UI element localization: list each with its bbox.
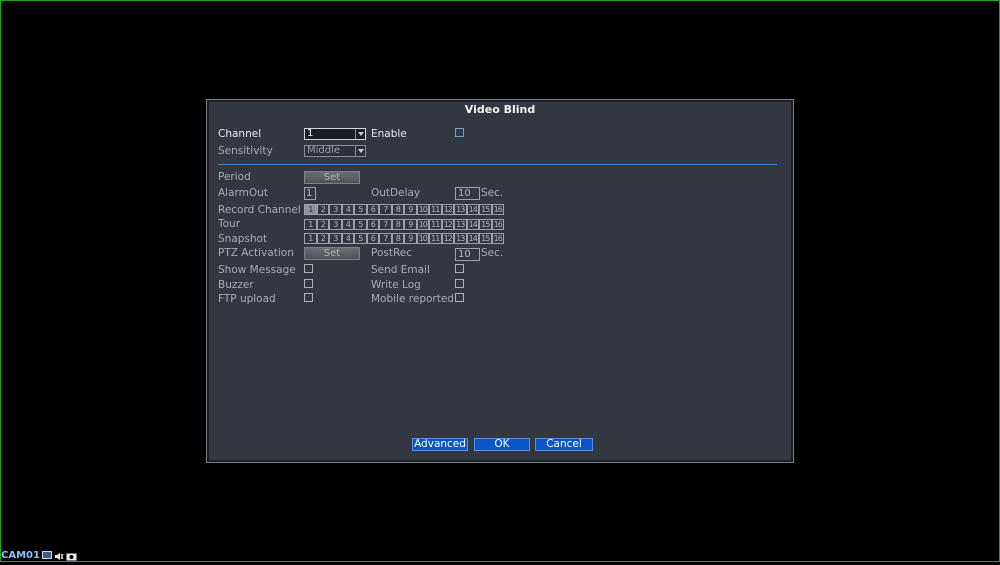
section-divider [218,164,777,165]
ptz-activation-label: PTZ Activation [218,247,294,259]
channel-toggle-7[interactable]: 7 [379,204,392,215]
tour-channel-selector: 1 2 3 4 5 6 7 8 9 10 11 12 13 14 15 16 [304,219,504,230]
camera-name: CAM01 [1,549,40,561]
post-rec-input[interactable]: 10 [455,248,480,261]
channel-toggle-8[interactable]: 8 [391,233,404,244]
ftp-upload-checkbox[interactable] [304,293,313,302]
channel-toggle-6[interactable]: 6 [366,204,379,215]
channel-toggle-13[interactable]: 13 [454,204,467,215]
channel-toggle-10[interactable]: 10 [416,219,429,230]
write-log-checkbox[interactable] [455,279,464,288]
channel-toggle-9[interactable]: 9 [404,219,417,230]
channel-toggle-11[interactable]: 11 [429,219,442,230]
channel-toggle-12[interactable]: 12 [441,219,454,230]
channel-toggle-14[interactable]: 14 [466,204,479,215]
camera-status-bar: CAM01 [1,549,77,561]
channel-toggle-1[interactable]: 1 [304,219,317,230]
channel-toggle-11[interactable]: 11 [429,204,442,215]
cancel-button[interactable]: Cancel [535,438,593,451]
record-channel-label: Record Channel [218,204,301,216]
sensitivity-label: Sensitivity [218,145,273,157]
channel-toggle-5[interactable]: 5 [354,204,367,215]
channel-toggle-9[interactable]: 9 [404,204,417,215]
alarm-out-toggle[interactable]: 1 [304,187,316,200]
channel-toggle-13[interactable]: 13 [454,219,467,230]
channel-toggle-2[interactable]: 2 [316,219,329,230]
enable-checkbox[interactable] [455,128,464,137]
period-label: Period [218,171,251,183]
channel-value: 1 [307,128,314,139]
channel-toggle-10[interactable]: 10 [416,233,429,244]
send-email-label: Send Email [371,264,430,276]
snapshot-channel-selector: 1 2 3 4 5 6 7 8 9 10 11 12 13 14 15 16 [304,233,504,244]
mobile-reported-checkbox[interactable] [455,293,464,302]
advanced-button[interactable]: Advanced [412,438,468,451]
channel-toggle-2[interactable]: 2 [316,233,329,244]
post-rec-label: PostRec [371,247,413,259]
snapshot-label: Snapshot [218,233,268,245]
out-delay-input[interactable]: 10 [455,187,480,200]
show-message-label: Show Message [218,264,296,276]
channel-toggle-1[interactable]: 1 [304,233,317,244]
channel-toggle-12[interactable]: 12 [441,233,454,244]
channel-select[interactable]: 1 [304,128,366,140]
channel-toggle-6[interactable]: 6 [366,233,379,244]
channel-toggle-2[interactable]: 2 [316,204,329,215]
ok-button[interactable]: OK [474,438,530,451]
channel-toggle-13[interactable]: 13 [454,233,467,244]
dialog-title: Video Blind [464,103,536,116]
out-delay-label: OutDelay [371,187,421,199]
channel-toggle-3[interactable]: 3 [329,219,342,230]
chevron-down-icon [355,129,365,139]
channel-toggle-16[interactable]: 16 [491,233,504,244]
channel-toggle-4[interactable]: 4 [341,219,354,230]
channel-toggle-6[interactable]: 6 [366,219,379,230]
enable-label: Enable [371,128,407,140]
period-set-button[interactable]: Set [304,171,360,184]
post-rec-unit: Sec. [481,247,504,259]
ftp-upload-label: FTP upload [218,293,276,305]
buzzer-checkbox[interactable] [304,279,313,288]
show-message-checkbox[interactable] [304,264,313,273]
channel-toggle-11[interactable]: 11 [429,233,442,244]
buzzer-label: Buzzer [218,279,254,291]
channel-label: Channel [218,128,262,140]
write-log-label: Write Log [371,279,421,291]
channel-toggle-15[interactable]: 15 [479,219,492,230]
channel-toggle-9[interactable]: 9 [404,233,417,244]
channel-toggle-14[interactable]: 14 [466,233,479,244]
ptz-set-button[interactable]: Set [304,247,360,260]
channel-toggle-10[interactable]: 10 [416,204,429,215]
channel-toggle-4[interactable]: 4 [341,233,354,244]
channel-toggle-5[interactable]: 5 [354,233,367,244]
sensitivity-select[interactable]: Middle [304,145,366,157]
channel-toggle-12[interactable]: 12 [441,204,454,215]
mobile-reported-label: Mobile reported [371,293,454,305]
channel-toggle-4[interactable]: 4 [341,204,354,215]
send-email-checkbox[interactable] [455,264,464,273]
record-channel-selector: 1 2 3 4 5 6 7 8 9 10 11 12 13 14 15 16 [304,204,504,215]
channel-toggle-5[interactable]: 5 [354,219,367,230]
channel-toggle-7[interactable]: 7 [379,219,392,230]
channel-toggle-8[interactable]: 8 [391,204,404,215]
channel-toggle-7[interactable]: 7 [379,233,392,244]
channel-toggle-15[interactable]: 15 [479,204,492,215]
tour-label: Tour [218,218,241,230]
chevron-down-icon [355,146,365,156]
channel-toggle-8[interactable]: 8 [391,219,404,230]
channel-toggle-15[interactable]: 15 [479,233,492,244]
out-delay-unit: Sec. [481,187,504,199]
channel-toggle-3[interactable]: 3 [329,233,342,244]
record-icon [41,551,52,559]
video-blind-dialog: Video Blind Channel 1 Enable Sensitivity… [206,99,794,463]
channel-toggle-16[interactable]: 16 [491,204,504,215]
channel-toggle-3[interactable]: 3 [329,204,342,215]
channel-toggle-16[interactable]: 16 [491,219,504,230]
channel-toggle-14[interactable]: 14 [466,219,479,230]
sensitivity-value: Middle [307,145,341,156]
channel-toggle-1[interactable]: 1 [304,204,317,215]
alarm-out-label: AlarmOut [218,187,268,199]
